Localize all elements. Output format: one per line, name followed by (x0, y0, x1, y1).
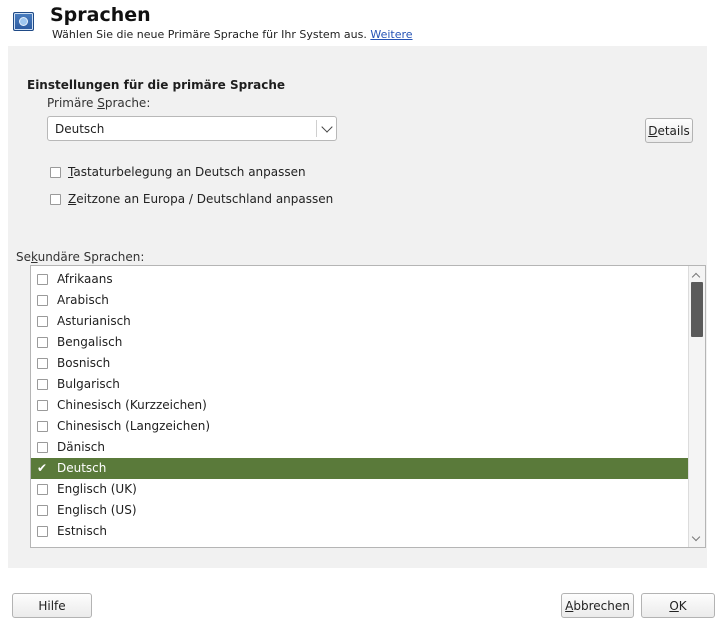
ok-button[interactable]: OK (641, 593, 715, 618)
list-item-label: Bengalisch (57, 335, 123, 349)
list-item[interactable]: Englisch (US) (31, 500, 688, 521)
scrollbar-thumb[interactable] (691, 282, 703, 337)
list-item-label: Englisch (US) (57, 503, 137, 517)
page-title: Sprachen (50, 4, 151, 26)
list-item-label: Chinesisch (Kurzzeichen) (57, 398, 207, 412)
secondary-languages-label: Sekundäre Sprachen: (16, 250, 145, 264)
list-item[interactable]: Chinesisch (Langzeichen) (31, 416, 688, 437)
list-item-checkbox[interactable] (37, 484, 48, 495)
adapt-keyboard-label[interactable]: Tastaturbelegung an Deutsch anpassen (68, 165, 306, 179)
list-item-label: Englisch (UK) (57, 482, 137, 496)
list-item[interactable]: Chinesisch (Kurzzeichen) (31, 395, 688, 416)
list-item-checkbox[interactable] (37, 316, 48, 327)
help-button[interactable]: Hilfe (12, 593, 92, 618)
list-item[interactable]: Englisch (UK) (31, 479, 688, 500)
more-link[interactable]: Weitere (370, 28, 412, 41)
scroll-up-icon[interactable] (691, 272, 701, 282)
list-item[interactable]: Estnisch (31, 521, 688, 542)
list-item-checkbox[interactable] (37, 526, 48, 537)
primary-language-value: Deutsch (55, 122, 105, 136)
list-item-checkbox[interactable] (37, 379, 48, 390)
list-item-label: Asturianisch (57, 314, 131, 328)
list-item-checkbox[interactable] (37, 421, 48, 432)
header-bar: Sprachen Wählen Sie die neue Primäre Spr… (0, 0, 715, 46)
primary-language-group-title: Einstellungen für die primäre Sprache (27, 78, 286, 92)
secondary-languages-list[interactable]: Afrikaans Arabisch Asturianisch Bengalisch B… (30, 265, 706, 548)
scroll-down-icon[interactable] (691, 532, 701, 542)
list-item-label: Dänisch (57, 440, 105, 454)
language-globe-icon (13, 12, 34, 31)
dropdown-separator (316, 120, 317, 137)
list-item[interactable]: Bulgarisch (31, 374, 688, 395)
list-item-label: Bosnisch (57, 356, 111, 370)
list-item[interactable]: Bengalisch (31, 332, 688, 353)
list-item-label: Arabisch (57, 293, 109, 307)
checkmark-icon[interactable]: ✔ (37, 461, 47, 475)
list-item-label: Deutsch (57, 461, 107, 475)
adapt-timezone-label[interactable]: Zeitzone an Europa / Deutschland anpasse… (68, 192, 333, 206)
list-item-checkbox[interactable] (37, 295, 48, 306)
list-item-checkbox[interactable] (37, 400, 48, 411)
list-item[interactable]: Bosnisch (31, 353, 688, 374)
list-item[interactable]: ✔ Deutsch (31, 458, 688, 479)
primary-language-select[interactable]: Deutsch (47, 116, 337, 141)
list-scrollbar[interactable] (688, 266, 705, 547)
chevron-down-icon[interactable] (321, 121, 333, 133)
adapt-keyboard-checkbox[interactable] (50, 167, 61, 178)
list-item-checkbox[interactable] (37, 274, 48, 285)
list-item-checkbox[interactable] (37, 337, 48, 348)
list-item-checkbox[interactable] (37, 358, 48, 369)
list-item[interactable]: Dänisch (31, 437, 688, 458)
cancel-button[interactable]: Abbrechen (561, 593, 634, 618)
list-item-checkbox[interactable] (37, 442, 48, 453)
page-subtitle: Wählen Sie die neue Primäre Sprache für … (52, 28, 413, 41)
details-button[interactable]: Details (645, 118, 693, 143)
list-item[interactable]: Afrikaans (31, 269, 688, 290)
adapt-timezone-checkbox[interactable] (50, 194, 61, 205)
list-item-label: Estnisch (57, 524, 107, 538)
list-item-label: Afrikaans (57, 272, 113, 286)
list-item-checkbox[interactable] (37, 505, 48, 516)
list-item-label: Bulgarisch (57, 377, 120, 391)
list-item[interactable]: Asturianisch (31, 311, 688, 332)
primary-language-label: Primäre Sprache: (47, 96, 151, 110)
subtitle-text: Wählen Sie die neue Primäre Sprache für … (52, 28, 367, 41)
list-item-label: Chinesisch (Langzeichen) (57, 419, 210, 433)
list-item[interactable]: Arabisch (31, 290, 688, 311)
